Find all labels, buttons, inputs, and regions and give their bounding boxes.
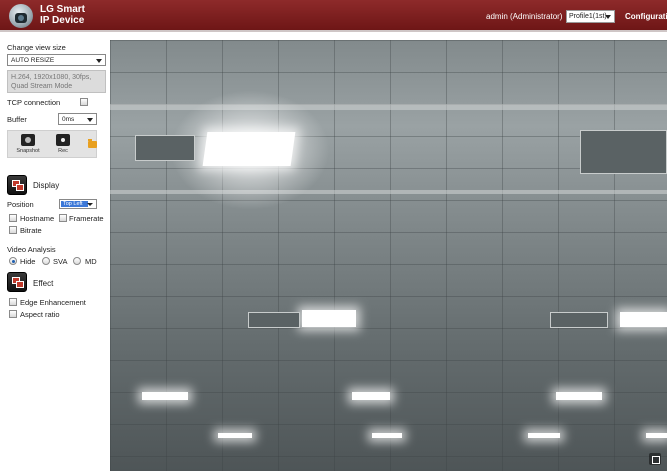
folder-icon[interactable]	[88, 139, 97, 148]
bitrate-label: Bitrate	[20, 226, 42, 235]
va-md-label: MD	[85, 257, 97, 266]
effect-title: Effect	[33, 279, 54, 288]
view-size-select[interactable]: AUTO RESIZE	[7, 54, 106, 66]
chevron-down-icon	[87, 203, 93, 206]
video-analysis-label: Video Analysis	[7, 245, 56, 254]
record-icon	[56, 134, 70, 146]
framerate-label: Framerate	[69, 214, 104, 223]
rec-button[interactable]: Rec	[48, 131, 78, 157]
brand-title: LG Smart IP Device	[40, 4, 86, 26]
edge-enhancement-checkbox[interactable]	[9, 298, 17, 306]
control-sidebar: Change view size AUTO RESIZE H.264, 1920…	[0, 34, 110, 475]
view-size-label: Change view size	[7, 43, 66, 52]
buffer-label: Buffer	[7, 115, 27, 124]
aspect-ratio-label: Aspect ratio	[20, 310, 60, 319]
va-hide-label: Hide	[20, 257, 36, 266]
bitrate-checkbox[interactable]	[9, 226, 17, 234]
framerate-checkbox[interactable]	[59, 214, 67, 222]
display-icon	[7, 175, 27, 195]
live-video-view[interactable]	[110, 40, 667, 471]
user-label: admin (Administrator)	[486, 12, 563, 21]
hostname-checkbox[interactable]	[9, 214, 17, 222]
position-label: Position	[7, 200, 34, 209]
aspect-ratio-checkbox[interactable]	[9, 310, 17, 318]
capture-toolbar: Snapshot Rec	[7, 130, 97, 158]
position-select[interactable]: Top Left	[59, 199, 97, 209]
chevron-down-icon	[96, 59, 102, 63]
camera-icon	[21, 134, 35, 146]
tcp-checkbox[interactable]	[80, 98, 88, 106]
chevron-down-icon	[87, 118, 93, 122]
configuration-link[interactable]: Configuration	[625, 12, 667, 21]
va-hide-radio[interactable]	[9, 257, 17, 265]
app-header: LG Smart IP Device admin (Administrator)…	[0, 0, 667, 32]
stream-info: H.264, 1920x1080, 30fps, Quad Stream Mod…	[7, 70, 106, 93]
fullscreen-icon[interactable]	[649, 453, 661, 465]
buffer-select[interactable]: 0ms	[58, 113, 97, 125]
camera-logo-icon	[9, 4, 33, 28]
tcp-label: TCP connection	[7, 98, 61, 107]
edge-enhancement-label: Edge Enhancement	[20, 298, 86, 307]
profile-select[interactable]: Profile1(1st)	[566, 10, 615, 23]
display-title: Display	[33, 181, 60, 190]
va-sva-radio[interactable]	[42, 257, 50, 265]
va-sva-label: SVA	[53, 257, 68, 266]
snapshot-button[interactable]: Snapshot	[10, 131, 46, 157]
chevron-down-icon	[605, 15, 611, 19]
hostname-label: Hostname	[20, 214, 55, 223]
va-md-radio[interactable]	[73, 257, 81, 265]
effect-icon	[7, 272, 27, 292]
